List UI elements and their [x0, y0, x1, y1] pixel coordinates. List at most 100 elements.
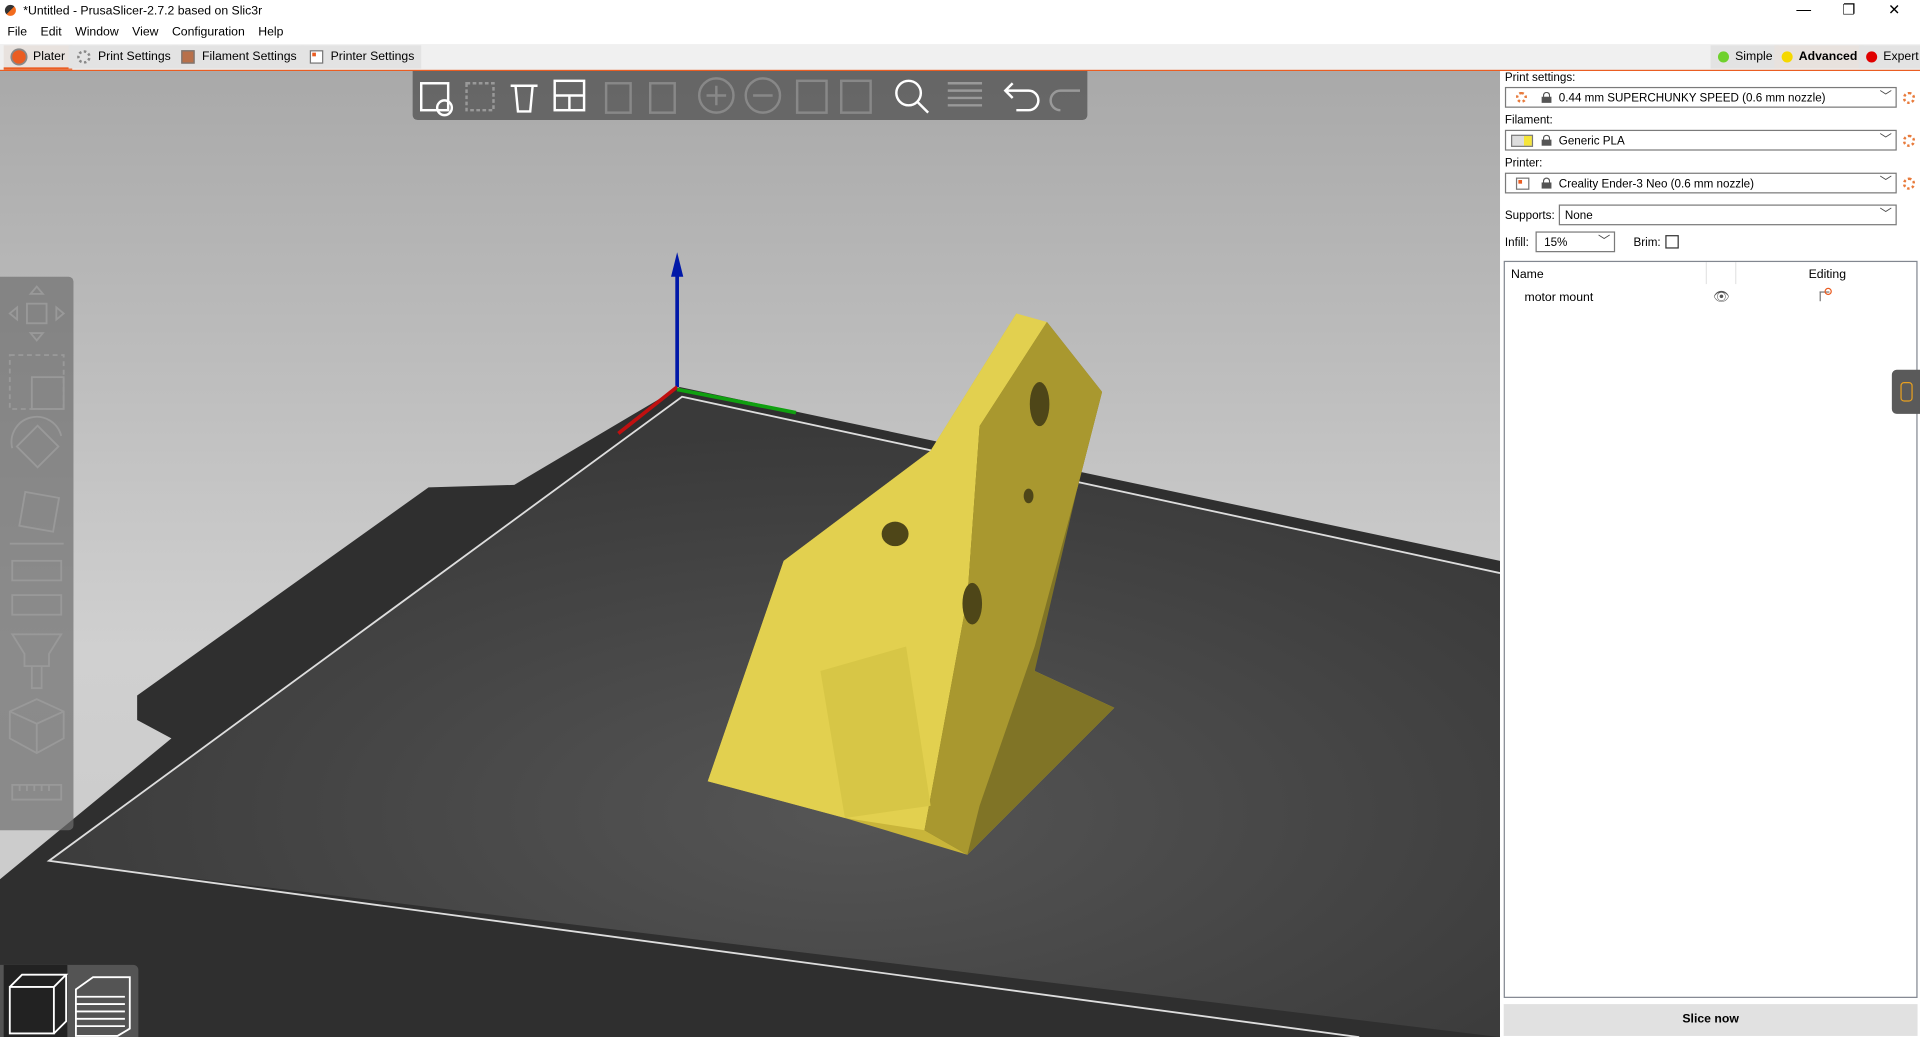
column-name[interactable]: Name [1511, 268, 1544, 281]
print-settings-edit-icon[interactable] [1902, 91, 1916, 105]
filament-combo[interactable]: Generic PLA ﹀ [1504, 129, 1897, 151]
window-title: *Untitled - PrusaSlicer-2.7.2 based on S… [23, 4, 263, 19]
tab-printer-settings[interactable]: Printer Settings [301, 45, 422, 69]
scene [0, 252, 1501, 1037]
arrange-icon[interactable] [553, 79, 586, 112]
gear-icon [77, 50, 91, 64]
edit-icon[interactable] [1819, 287, 1832, 302]
paint-supports-icon[interactable] [10, 633, 63, 690]
menu-configuration[interactable]: Configuration [172, 23, 245, 43]
title-bar: *Untitled - PrusaSlicer-2.7.2 based on S… [0, 0, 1920, 24]
top-toolbar [412, 71, 1088, 121]
tab-label: Printer Settings [330, 50, 415, 64]
left-toolbar [0, 276, 74, 831]
advanced-dot-icon [1781, 51, 1793, 63]
printer-icon [1515, 177, 1530, 190]
delete-all-icon[interactable] [510, 84, 538, 113]
search-icon[interactable] [895, 79, 930, 114]
restore-button[interactable]: ❐ [1827, 0, 1871, 23]
print-settings-label: Print settings: [1504, 71, 1576, 85]
delete-icon[interactable] [465, 82, 495, 112]
rotate-icon[interactable] [10, 415, 63, 469]
menu-help[interactable]: Help [258, 23, 283, 43]
menu-window[interactable]: Window [75, 23, 119, 43]
place-on-face-icon[interactable] [9, 490, 64, 545]
split-parts-icon[interactable] [840, 79, 872, 114]
seam-painting-icon[interactable] [8, 698, 65, 755]
printer-combo[interactable]: Creality Ender-3 Neo (0.6 mm nozzle) ﹀ [1504, 172, 1897, 194]
list-item[interactable]: motor mount 👁 [1505, 287, 1916, 309]
close-button[interactable]: ✕ [1872, 0, 1916, 23]
plater-icon [12, 50, 26, 64]
filament-edit-icon[interactable] [1902, 134, 1916, 147]
filament-icon [181, 50, 195, 64]
chevron-down-icon: ﹀ [1879, 90, 1892, 105]
tab-filament-settings[interactable]: Filament Settings [172, 45, 305, 69]
supports-combo[interactable]: None ﹀ [1558, 204, 1897, 226]
mode-simple[interactable]: Simple [1710, 45, 1779, 69]
move-icon[interactable] [8, 285, 66, 342]
infill-combo[interactable]: 15% ﹀ [1535, 231, 1616, 253]
slice-now-button[interactable]: Slice now [1503, 1004, 1918, 1036]
brim-label: Brim: [1633, 236, 1661, 250]
cut-icon[interactable] [11, 559, 63, 616]
menu-edit[interactable]: Edit [41, 23, 62, 43]
print-settings-combo[interactable]: 0.44 mm SUPERCHUNKY SPEED (0.6 mm nozzle… [1504, 86, 1897, 108]
object-list: Name Editing motor mount 👁 [1503, 260, 1918, 998]
menu-bar: File Edit Window View Configuration Help [0, 23, 1920, 43]
infill-value: 15% [1544, 236, 1568, 250]
mode-label: Simple [1735, 50, 1773, 64]
split-objects-icon[interactable] [795, 79, 828, 114]
copy-icon[interactable] [604, 82, 632, 114]
expert-dot-icon [1866, 51, 1878, 63]
lock-icon [1541, 177, 1552, 189]
gear-icon [1515, 91, 1527, 103]
remove-instance-icon[interactable] [744, 77, 782, 114]
chevron-down-icon: ﹀ [1879, 176, 1892, 190]
filament-value: Generic PLA [1558, 134, 1625, 149]
chevron-down-icon: ﹀ [1879, 133, 1892, 147]
3d-viewport[interactable] [0, 71, 1501, 1037]
view-switcher [0, 964, 139, 1037]
mode-label: Expert [1883, 50, 1919, 64]
chevron-down-icon: ﹀ [1879, 208, 1892, 222]
mode-advanced[interactable]: Advanced [1774, 45, 1864, 69]
redo-icon[interactable] [1049, 89, 1081, 112]
eye-icon[interactable]: 👁 [1713, 289, 1730, 305]
3d-view-icon[interactable] [3, 964, 69, 1037]
measure-icon[interactable] [11, 783, 63, 801]
brim-checkbox[interactable] [1665, 235, 1679, 249]
simple-dot-icon [1717, 51, 1729, 63]
filament-label: Filament: [1504, 113, 1553, 128]
mode-label: Advanced [1798, 50, 1858, 64]
app-icon [4, 4, 16, 16]
layers-editing-icon[interactable] [947, 82, 983, 107]
scale-icon[interactable] [8, 354, 65, 410]
menu-view[interactable]: View [132, 23, 158, 43]
add-instance-icon[interactable] [697, 77, 735, 114]
chevron-down-icon: ﹀ [1597, 235, 1611, 249]
preview-icon[interactable] [75, 976, 131, 1037]
printer-edit-icon[interactable] [1902, 177, 1916, 190]
printer-value: Creality Ender-3 Neo (0.6 mm nozzle) [1558, 177, 1755, 192]
supports-value: None [1564, 209, 1593, 223]
menu-file[interactable]: File [7, 23, 27, 43]
undo-icon[interactable] [1003, 82, 1040, 112]
tab-label: Print Settings [97, 50, 171, 64]
filament-color-swatch [1511, 134, 1534, 147]
toolbar-icons [420, 77, 1081, 117]
collapse-sidebar-button[interactable] [1891, 369, 1920, 414]
minimize-button[interactable]: — [1782, 0, 1826, 23]
infill-label: Infill: [1504, 236, 1529, 250]
mode-expert[interactable]: Expert [1858, 45, 1920, 69]
add-object-icon[interactable] [420, 82, 454, 117]
paste-icon[interactable] [648, 82, 676, 114]
printer-icon [309, 50, 324, 64]
list-header: Name Editing [1505, 262, 1916, 285]
print-settings-value: 0.44 mm SUPERCHUNKY SPEED (0.6 mm nozzle… [1558, 91, 1826, 106]
tab-plater[interactable]: Plater [3, 45, 73, 70]
lock-icon [1541, 91, 1552, 103]
tab-print-settings[interactable]: Print Settings [68, 45, 179, 69]
column-editing[interactable]: Editing [1809, 268, 1846, 281]
sidebar-toggle-icon [1900, 382, 1913, 402]
